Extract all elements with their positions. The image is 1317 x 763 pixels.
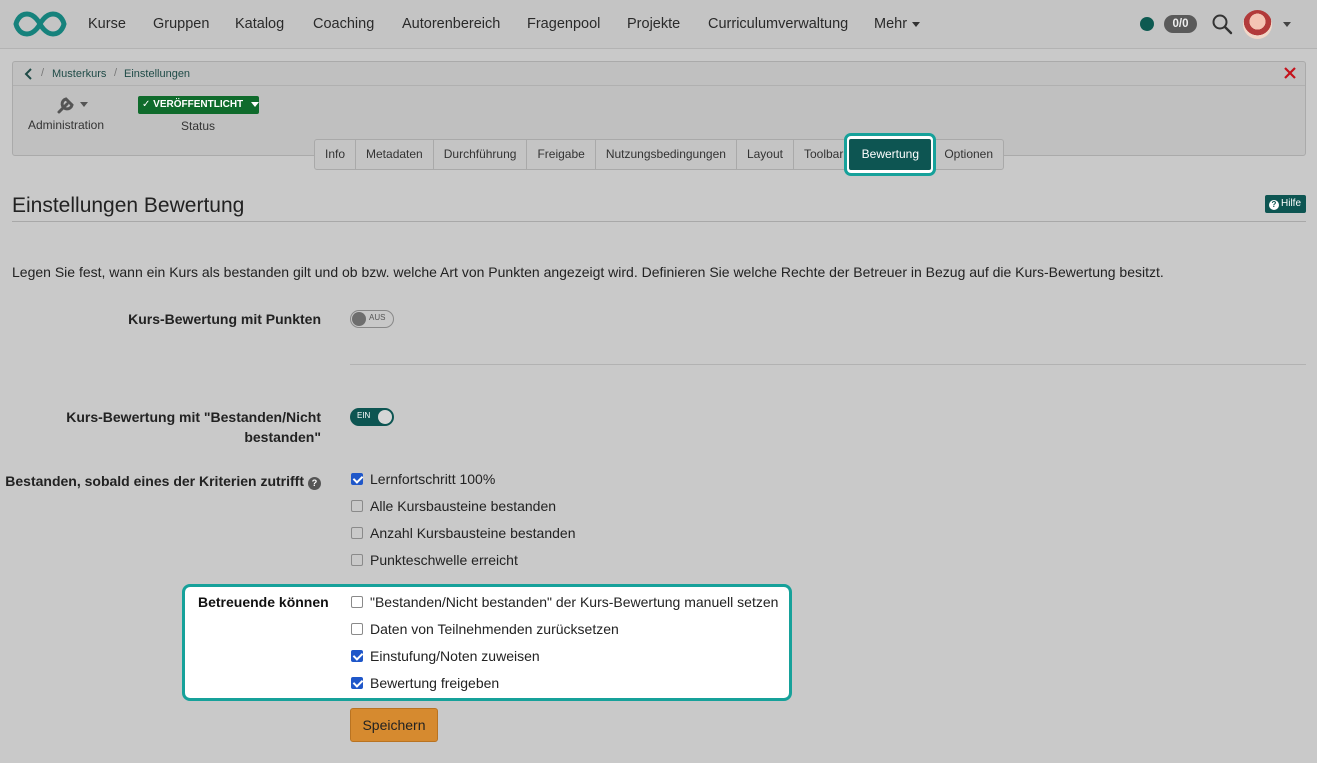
coach-checkbox-release[interactable] <box>351 677 363 689</box>
administration-label[interactable]: Administration <box>28 118 138 132</box>
nav-autorenbereich[interactable]: Autorenbereich <box>402 16 500 32</box>
passed-label: Kurs-Bewertung mit "Bestanden/Nicht best… <box>66 407 321 447</box>
online-status-icon[interactable] <box>1140 17 1154 31</box>
nav-kurse[interactable]: Kurse <box>88 16 126 32</box>
passed-label-line1: Kurs-Bewertung mit "Bestanden/Nicht <box>66 409 321 425</box>
status-label: Status <box>181 119 216 133</box>
points-toggle[interactable]: AUS <box>350 310 394 328</box>
coach-label-reset-data[interactable]: Daten von Teilnehmenden zurücksetzen <box>370 621 619 637</box>
breadcrumb-musterkurs[interactable]: Musterkurs <box>52 68 106 80</box>
coach-checkbox-reset-data[interactable] <box>351 623 363 635</box>
score-badge[interactable]: 0/0 <box>1164 15 1197 33</box>
nav-curriculumverwaltung[interactable]: Curriculumverwaltung <box>708 16 848 32</box>
tab-info[interactable]: Info <box>315 140 357 169</box>
criteria-label: Bestanden, sobald eines der Kriterien zu… <box>5 471 321 491</box>
criteria-checkbox-progress[interactable] <box>351 473 363 485</box>
wrench-icon[interactable] <box>56 93 92 115</box>
criteria-checkbox-count-passed[interactable] <box>351 527 363 539</box>
close-icon[interactable] <box>1283 66 1297 80</box>
passed-toggle[interactable]: EIN <box>350 408 394 426</box>
breadcrumb-separator: / <box>41 67 45 79</box>
intro-text: Legen Sie fest, wann ein Kurs als bestan… <box>12 264 1164 280</box>
toggle-state: EIN <box>357 411 371 420</box>
top-navigation: Kurse Gruppen Katalog Coaching Autorenbe… <box>0 0 1317 49</box>
toggle-knob <box>352 312 366 326</box>
tab-durchfuehrung[interactable]: Durchführung <box>434 140 528 169</box>
coach-rights-label: Betreuende können <box>198 594 329 610</box>
nav-mehr-label: Mehr <box>874 16 908 32</box>
breadcrumb-separator: / <box>114 67 118 79</box>
coach-label-release[interactable]: Bewertung freigeben <box>370 675 499 691</box>
toggle-state: AUS <box>369 313 386 322</box>
chevron-down-icon <box>250 101 259 107</box>
help-icon[interactable]: ? <box>308 477 321 490</box>
coach-checkbox-manual-passed[interactable] <box>351 596 363 608</box>
title-divider <box>12 221 1306 222</box>
save-button[interactable]: Speichern <box>350 708 438 742</box>
coach-label-grading[interactable]: Einstufung/Noten zuweisen <box>370 648 540 664</box>
criteria-label-count-passed[interactable]: Anzahl Kursbausteine bestanden <box>370 525 575 541</box>
tab-nutzungsbedingungen[interactable]: Nutzungsbedingungen <box>596 140 737 169</box>
status-badge-label: VERÖFFENTLICHT <box>153 99 244 110</box>
toggle-knob <box>378 410 392 424</box>
user-avatar[interactable] <box>1243 10 1272 39</box>
breadcrumb: / Musterkurs / Einstellungen <box>13 62 1305 86</box>
search-icon[interactable] <box>1211 13 1233 35</box>
tab-freigabe[interactable]: Freigabe <box>527 140 596 169</box>
back-arrow-icon[interactable] <box>23 67 35 81</box>
tab-highlight: Bewertung <box>844 133 937 176</box>
nav-coaching[interactable]: Coaching <box>313 16 374 32</box>
nav-projekte[interactable]: Projekte <box>627 16 680 32</box>
tab-bewertung[interactable]: Bewertung <box>844 133 944 176</box>
nav-fragenpool[interactable]: Fragenpool <box>527 16 600 32</box>
chevron-down-icon[interactable] <box>1283 22 1291 27</box>
chevron-down-icon <box>912 21 921 27</box>
check-icon: ✓ <box>142 99 151 110</box>
criteria-checkbox-all-passed[interactable] <box>351 500 363 512</box>
page-title: Einstellungen Bewertung <box>12 194 245 217</box>
criteria-label-progress[interactable]: Lernfortschritt 100% <box>370 471 495 487</box>
tab-metadaten[interactable]: Metadaten <box>356 140 434 169</box>
status-dropdown[interactable]: ✓ VERÖFFENTLICHT <box>138 96 259 114</box>
tab-optionen[interactable]: Optionen <box>944 140 1003 169</box>
logo-infinity-icon[interactable] <box>13 10 67 38</box>
criteria-checkbox-score-threshold[interactable] <box>351 554 363 566</box>
help-button[interactable]: ? Hilfe <box>1265 195 1306 213</box>
coach-checkbox-grading[interactable] <box>351 650 363 662</box>
help-label: Hilfe <box>1281 198 1302 209</box>
help-icon: ? <box>1269 200 1279 210</box>
tab-bewertung-label: Bewertung <box>849 139 932 170</box>
breadcrumb-einstellungen[interactable]: Einstellungen <box>124 68 190 80</box>
points-label: Kurs-Bewertung mit Punkten <box>128 311 321 327</box>
tab-toolbar[interactable]: Toolbar <box>794 140 849 169</box>
criteria-label-score-threshold[interactable]: Punkteschwelle erreicht <box>370 552 518 568</box>
criteria-label-all-passed[interactable]: Alle Kursbausteine bestanden <box>370 498 556 514</box>
passed-label-line2: bestanden" <box>244 429 321 445</box>
tab-layout[interactable]: Layout <box>737 140 794 169</box>
settings-tabs: Info Metadaten Durchführung Freigabe Nut… <box>314 133 1005 176</box>
nav-gruppen[interactable]: Gruppen <box>153 16 209 32</box>
nav-katalog[interactable]: Katalog <box>235 16 284 32</box>
nav-mehr-dropdown[interactable]: Mehr <box>874 16 921 32</box>
coach-label-manual-passed[interactable]: "Bestanden/Nicht bestanden" der Kurs-Bew… <box>370 594 778 610</box>
section-divider <box>350 364 1306 365</box>
criteria-label-text: Bestanden, sobald eines der Kriterien zu… <box>5 473 304 489</box>
